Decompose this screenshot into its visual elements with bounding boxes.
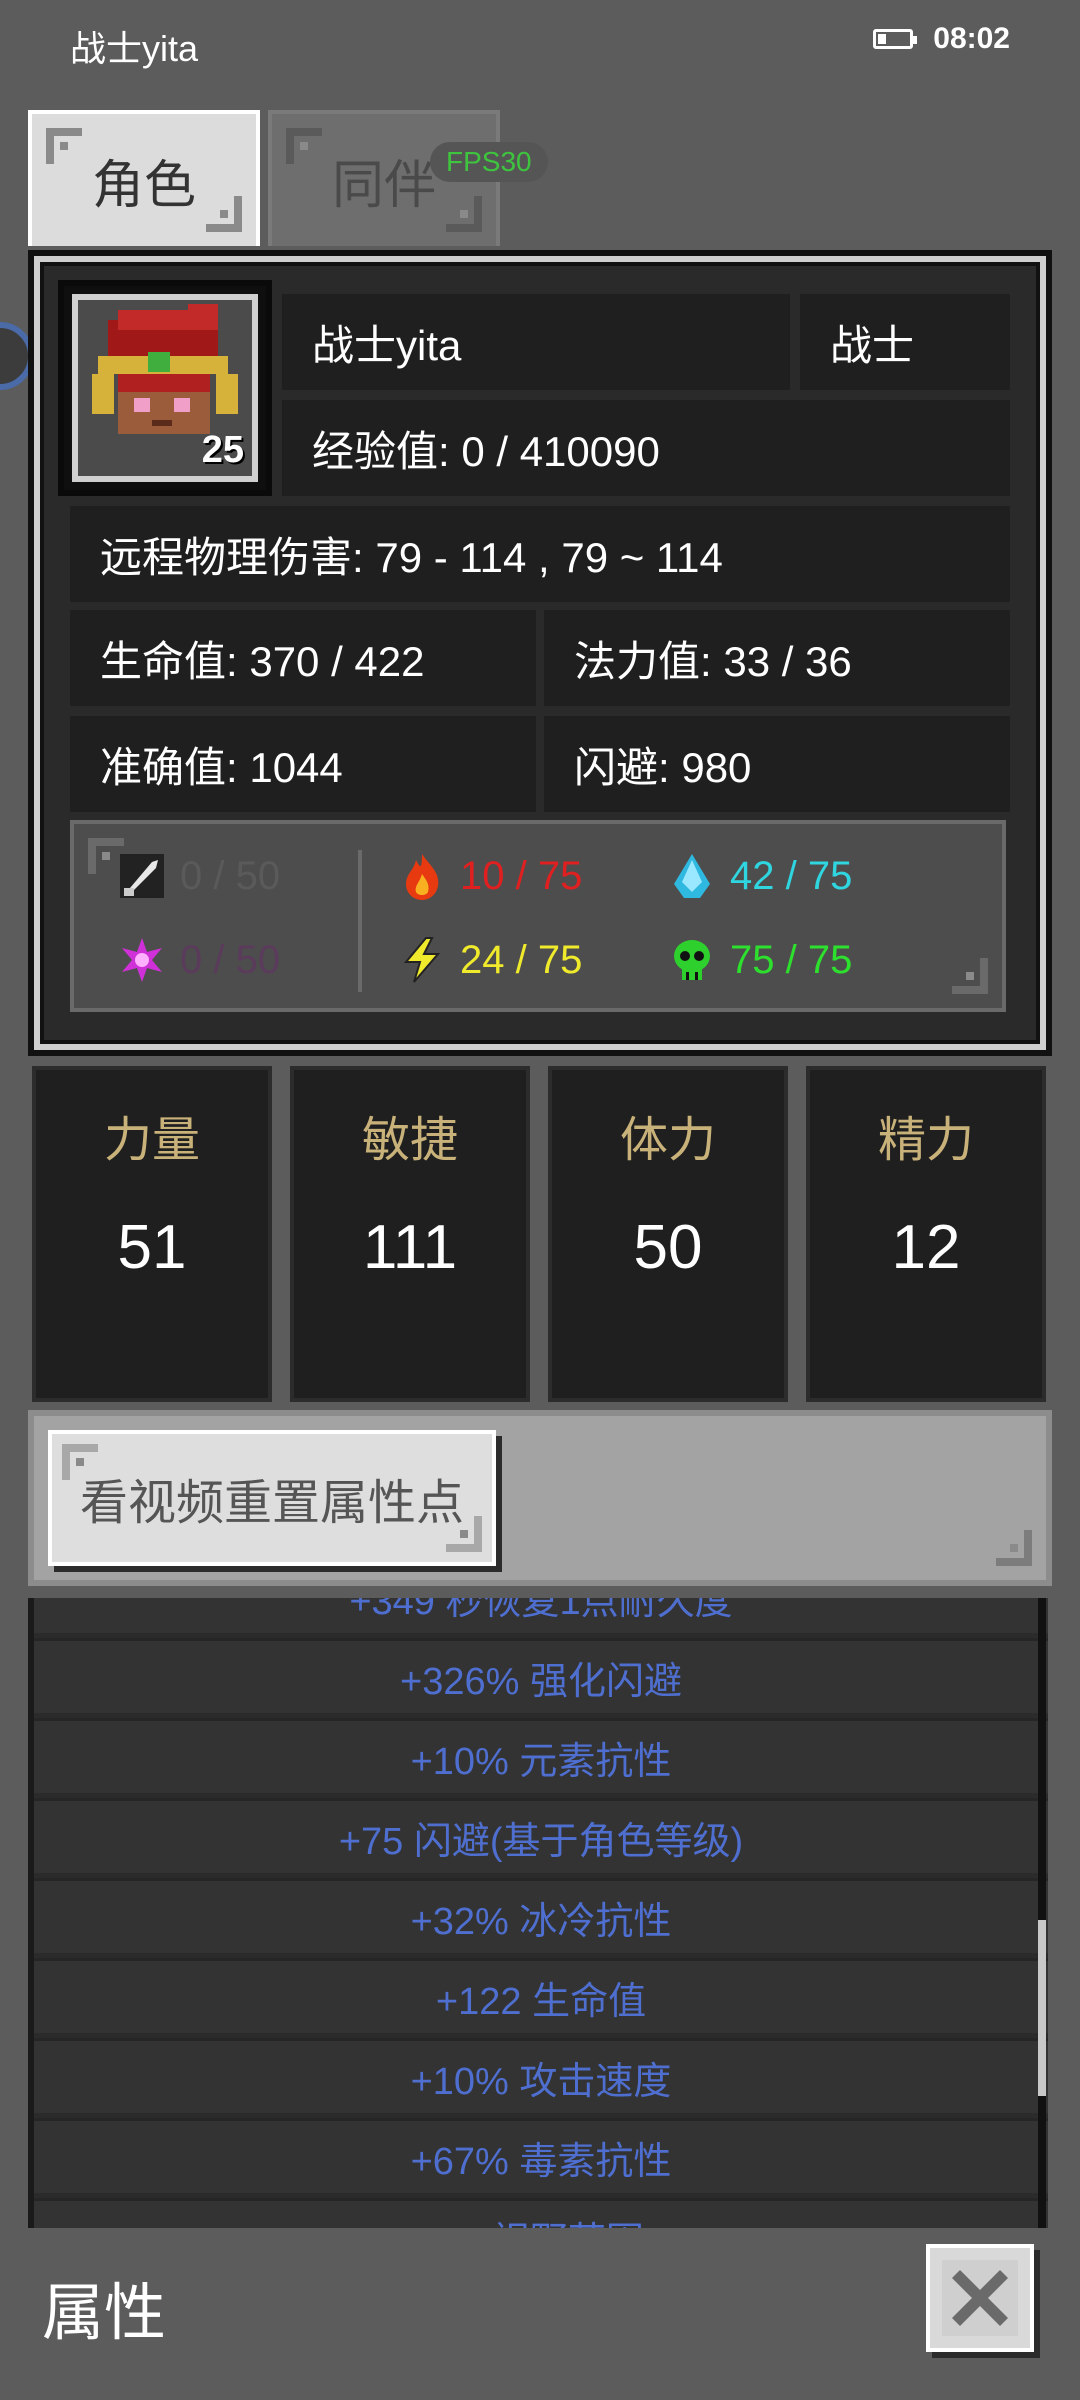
resist-fire-value: 10 / 75: [460, 853, 583, 898]
fire-icon: [394, 848, 450, 904]
resist-arcane-value: 0 / 50: [180, 937, 281, 982]
resist-ice-value: 42 / 75: [730, 853, 853, 898]
tab-character[interactable]: 角色: [28, 110, 260, 246]
close-icon: [942, 2260, 1018, 2336]
accuracy-value: 准确值: 1044: [100, 743, 343, 791]
attr-strength-label: 力量: [103, 1114, 200, 1167]
tab-companion-label: 同伴: [331, 156, 436, 215]
arcane-star-icon: [114, 932, 170, 988]
list-item: +32% 冰冷抗性: [34, 1878, 1048, 1953]
page-title: 属性: [42, 2279, 167, 2348]
scrollbar-track[interactable]: [1038, 1598, 1046, 2228]
accuracy-cell: 准确值: 1044: [70, 716, 536, 812]
resistance-box: 0 / 50 10 / 75 42 / 75 0 / 50 24 / 75 75…: [70, 820, 1006, 1012]
resist-poison: 75 / 75: [664, 932, 852, 988]
mp-value: 法力值: 33 / 36: [574, 637, 852, 685]
list-item: +75 闪避(基于角色等级): [34, 1798, 1048, 1873]
attr-agility: 敏捷 111: [290, 1066, 530, 1402]
resist-physical: 0 / 50: [114, 848, 280, 904]
list-item: +349 秒恢复1点耐久度: [34, 1598, 1048, 1633]
close-button[interactable]: [926, 2244, 1034, 2352]
scrollbar-thumb[interactable]: [1038, 1920, 1046, 2096]
resist-lightning: 24 / 75: [394, 932, 582, 988]
character-name-cell: 战士yita: [282, 294, 790, 390]
attr-energy: 精力 12: [806, 1066, 1046, 1402]
attr-energy-value: 12: [891, 1213, 961, 1282]
list-item: +10% 元素抗性: [34, 1718, 1048, 1793]
resist-physical-value: 0 / 50: [180, 853, 281, 898]
status-right: 08:02: [873, 22, 1010, 56]
attr-strength: 力量 51: [32, 1066, 272, 1402]
reset-attributes-button[interactable]: 看视频重置属性点: [48, 1430, 496, 1566]
list-item: +5 视野范围: [34, 2198, 1048, 2228]
hp-cell: 生命值: 370 / 422: [70, 610, 536, 706]
sword-icon: [114, 848, 170, 904]
attr-agility-label: 敏捷: [361, 1114, 458, 1167]
lightning-icon: [394, 932, 450, 988]
resist-lightning-value: 24 / 75: [460, 937, 583, 982]
resist-fire: 10 / 75: [394, 848, 582, 904]
status-app-name: 战士yita: [70, 28, 199, 69]
poison-skull-icon: [664, 932, 720, 988]
character-class: 战士: [830, 321, 915, 369]
ice-crystal-icon: [664, 848, 720, 904]
character-portrait: 25: [58, 280, 272, 496]
hp-value: 生命值: 370 / 422: [100, 637, 425, 685]
list-item: +122 生命值: [34, 1958, 1048, 2033]
resist-poison-value: 75 / 75: [730, 937, 853, 982]
character-name: 战士yita: [312, 321, 462, 369]
attr-agility-value: 111: [362, 1213, 458, 1282]
status-time: 08:02: [933, 22, 1010, 55]
list-item: +10% 攻击速度: [34, 2038, 1048, 2113]
fps-counter: FPS30: [430, 142, 548, 182]
attr-stamina-label: 体力: [619, 1114, 716, 1167]
damage-value: 远程物理伤害: 79 - 114 , 79 ~ 114: [100, 533, 723, 581]
reset-attributes-label: 看视频重置属性点: [79, 1477, 464, 1530]
evasion-cell: 闪避: 980: [544, 716, 1010, 812]
list-item: +326% 强化闪避: [34, 1638, 1048, 1713]
tab-character-label: 角色: [91, 156, 196, 215]
mp-cell: 法力值: 33 / 36: [544, 610, 1010, 706]
experience-value: 经验值: 0 / 410090: [312, 427, 660, 475]
evasion-value: 闪避: 980: [574, 743, 752, 791]
attr-stamina: 体力 50: [548, 1066, 788, 1402]
character-level: 25: [201, 429, 244, 471]
battery-icon: [873, 29, 918, 49]
attr-strength-value: 51: [117, 1213, 187, 1282]
experience-cell: 经验值: 0 / 410090: [282, 400, 1010, 496]
bonus-list[interactable]: +349 秒恢复1点耐久度 +326% 强化闪避 +10% 元素抗性 +75 闪…: [28, 1598, 1048, 2228]
attr-energy-label: 精力: [877, 1114, 974, 1167]
damage-cell: 远程物理伤害: 79 - 114 , 79 ~ 114: [70, 506, 1010, 602]
list-item: +67% 毒素抗性: [34, 2118, 1048, 2193]
attr-stamina-value: 50: [633, 1213, 703, 1282]
character-class-cell: 战士: [800, 294, 1010, 390]
resist-ice: 42 / 75: [664, 848, 852, 904]
resist-arcane: 0 / 50: [114, 932, 280, 988]
